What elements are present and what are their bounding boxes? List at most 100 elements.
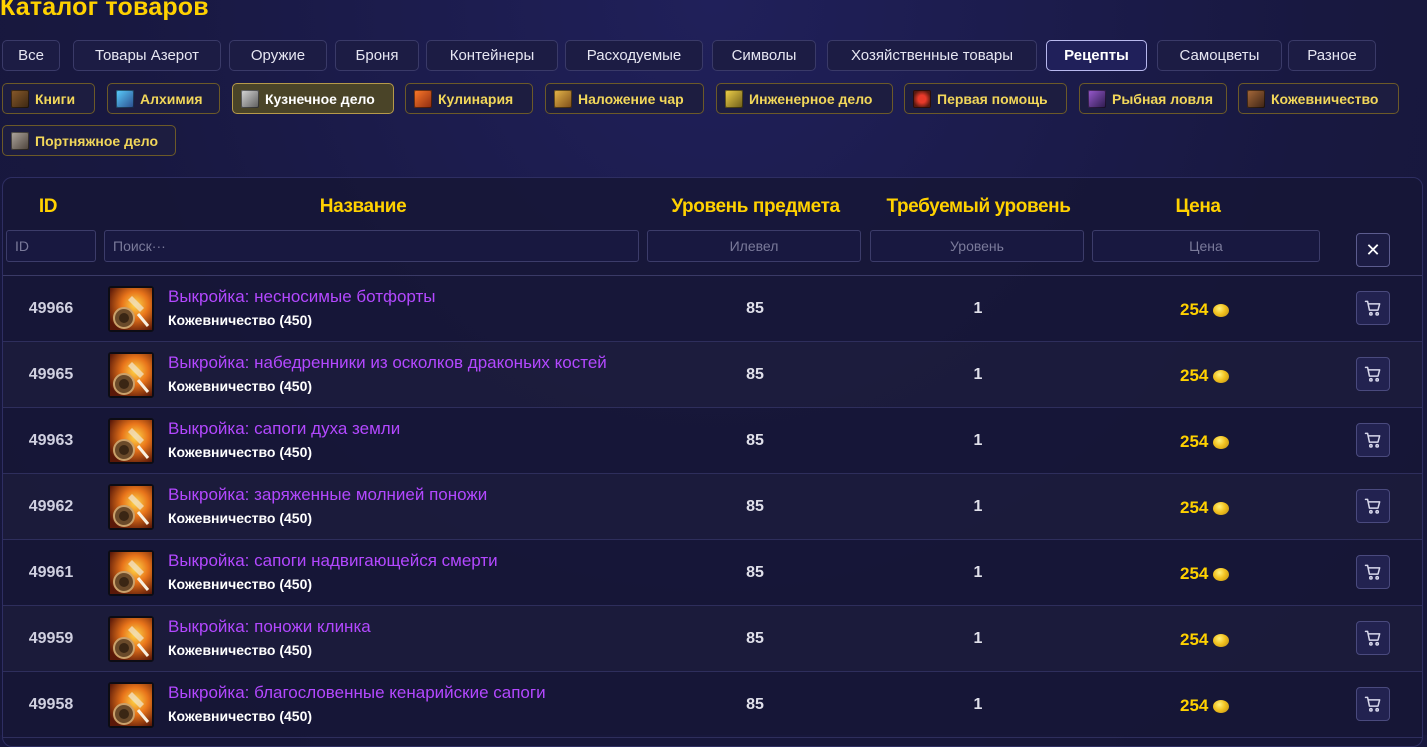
table-row: 49962 Выкройка: заряженные молнией поножи… (3, 474, 1422, 540)
tab-gems[interactable]: Самоцветы (1157, 40, 1282, 71)
page-title: Каталог товаров (0, 0, 209, 21)
item-id: 49961 (28, 564, 74, 581)
item-level-value: 85 (746, 696, 764, 713)
item-profession: Кожевничество (450) (168, 378, 313, 394)
recipe-pattern-icon (108, 286, 154, 332)
tab-recipes[interactable]: Рецепты (1046, 40, 1147, 71)
tab-armor[interactable]: Броня (335, 40, 419, 71)
tab-misc[interactable]: Разное (1288, 40, 1376, 71)
tab-household-goods[interactable]: Хозяйственные товары (827, 40, 1037, 71)
item-level-value: 85 (746, 300, 764, 317)
item-level-value: 85 (746, 432, 764, 449)
item-name-link[interactable]: Выкройка: поножи клинка (168, 617, 371, 637)
enchanting-icon (554, 89, 572, 108)
required-level-filter-input[interactable] (870, 230, 1084, 262)
fishing-icon (1088, 89, 1106, 108)
tab-consumables[interactable]: Расходуемые (565, 40, 703, 71)
subtab-enchanting[interactable]: Наложение чар (545, 83, 704, 114)
item-profession: Кожевничество (450) (168, 510, 313, 526)
table-header: ID Название Уровень предмета Требуемый у… (3, 178, 1422, 276)
alchemy-icon (116, 89, 134, 108)
catalog-table: ID Название Уровень предмета Требуемый у… (2, 177, 1423, 747)
tab-all[interactable]: Все (2, 40, 60, 71)
price-value: 254 (1180, 696, 1230, 716)
clear-filters-button[interactable]: ✕ (1356, 233, 1390, 267)
subtab-label: Первая помощь (937, 90, 1048, 107)
subtab-fishing[interactable]: Рыбная ловля (1079, 83, 1227, 114)
leatherworking-icon (1247, 89, 1265, 108)
subtab-tailoring[interactable]: Портняжное дело (2, 125, 176, 156)
tab-azeroth-goods[interactable]: Товары Азерот (73, 40, 221, 71)
add-to-cart-button[interactable] (1356, 291, 1390, 325)
price-amount: 254 (1180, 300, 1209, 319)
add-to-cart-button[interactable] (1356, 489, 1390, 523)
price-amount: 254 (1180, 564, 1209, 583)
gold-coin-icon (1213, 501, 1230, 515)
gold-coin-icon (1213, 633, 1230, 647)
cart-icon (1364, 300, 1381, 316)
price-value: 254 (1180, 300, 1230, 320)
header-price: Цена (1175, 196, 1221, 217)
subtab-label: Кожевничество (1271, 90, 1379, 107)
add-to-cart-button[interactable] (1356, 621, 1390, 655)
add-to-cart-button[interactable] (1356, 555, 1390, 589)
required-level-value: 1 (973, 696, 983, 713)
subtab-label: Наложение чар (578, 90, 684, 107)
item-profession: Кожевничество (450) (168, 642, 313, 658)
recipe-pattern-icon (108, 550, 154, 596)
subtab-first-aid[interactable]: Первая помощь (904, 83, 1067, 114)
table-row: 49959 Выкройка: поножи клинка Кожевничеств… (3, 606, 1422, 672)
header-item-level: Уровень предмета (671, 196, 840, 217)
header-required-level: Требуемый уровень (886, 196, 1071, 217)
item-name-link[interactable]: Выкройка: набедренники из осколков драко… (168, 353, 607, 373)
gold-coin-icon (1213, 435, 1230, 449)
cooking-icon (414, 89, 432, 108)
price-amount: 254 (1180, 432, 1209, 451)
recipe-pattern-icon (108, 682, 154, 728)
price-value: 254 (1180, 498, 1230, 518)
subtab-label: Инженерное дело (749, 90, 873, 107)
subtab-alchemy[interactable]: Алхимия (107, 83, 220, 114)
tab-glyphs[interactable]: Символы (712, 40, 816, 71)
subtab-engineering[interactable]: Инженерное дело (716, 83, 893, 114)
blacksmithing-icon (241, 89, 259, 108)
book-icon (11, 89, 29, 108)
cart-icon (1364, 564, 1381, 580)
item-id: 49959 (28, 630, 74, 647)
subtab-blacksmithing[interactable]: Кузнечное дело (232, 83, 394, 114)
item-name-link[interactable]: Выкройка: сапоги надвигающейся смерти (168, 551, 498, 571)
subtab-books[interactable]: Книги (2, 83, 95, 114)
price-value: 254 (1180, 366, 1230, 386)
recipe-pattern-icon (108, 484, 154, 530)
add-to-cart-button[interactable] (1356, 687, 1390, 721)
subtab-cooking[interactable]: Кулинария (405, 83, 533, 114)
item-profession: Кожевничество (450) (168, 708, 313, 724)
cart-icon (1364, 630, 1381, 646)
price-filter-input[interactable] (1092, 230, 1320, 262)
engineering-icon (725, 89, 743, 108)
add-to-cart-button[interactable] (1356, 357, 1390, 391)
search-input[interactable] (104, 230, 639, 262)
price-amount: 254 (1180, 498, 1209, 517)
id-filter-input[interactable] (6, 230, 96, 262)
item-level-value: 85 (746, 564, 764, 581)
required-level-value: 1 (973, 630, 983, 647)
subtab-label: Рыбная ловля (1112, 90, 1213, 107)
price-value: 254 (1180, 564, 1230, 584)
tab-containers[interactable]: Контейнеры (426, 40, 558, 71)
item-name-link[interactable]: Выкройка: благословенные кенарийские сап… (168, 683, 546, 703)
item-name-link[interactable]: Выкройка: несносимые ботфорты (168, 287, 436, 307)
tailoring-icon (11, 131, 29, 150)
add-to-cart-button[interactable] (1356, 423, 1390, 457)
item-name-link[interactable]: Выкройка: сапоги духа земли (168, 419, 400, 439)
item-profession: Кожевничество (450) (168, 444, 313, 460)
item-name-link[interactable]: Выкройка: заряженные молнией поножи (168, 485, 487, 505)
gold-coin-icon (1213, 567, 1230, 581)
item-profession: Кожевничество (450) (168, 312, 313, 328)
subtab-leatherworking[interactable]: Кожевничество (1238, 83, 1399, 114)
recipe-pattern-icon (108, 616, 154, 662)
tab-weapons[interactable]: Оружие (229, 40, 327, 71)
table-row: 49963 Выкройка: сапоги духа земли Кожевнич… (3, 408, 1422, 474)
price-value: 254 (1180, 630, 1230, 650)
item-level-filter-input[interactable] (647, 230, 861, 262)
